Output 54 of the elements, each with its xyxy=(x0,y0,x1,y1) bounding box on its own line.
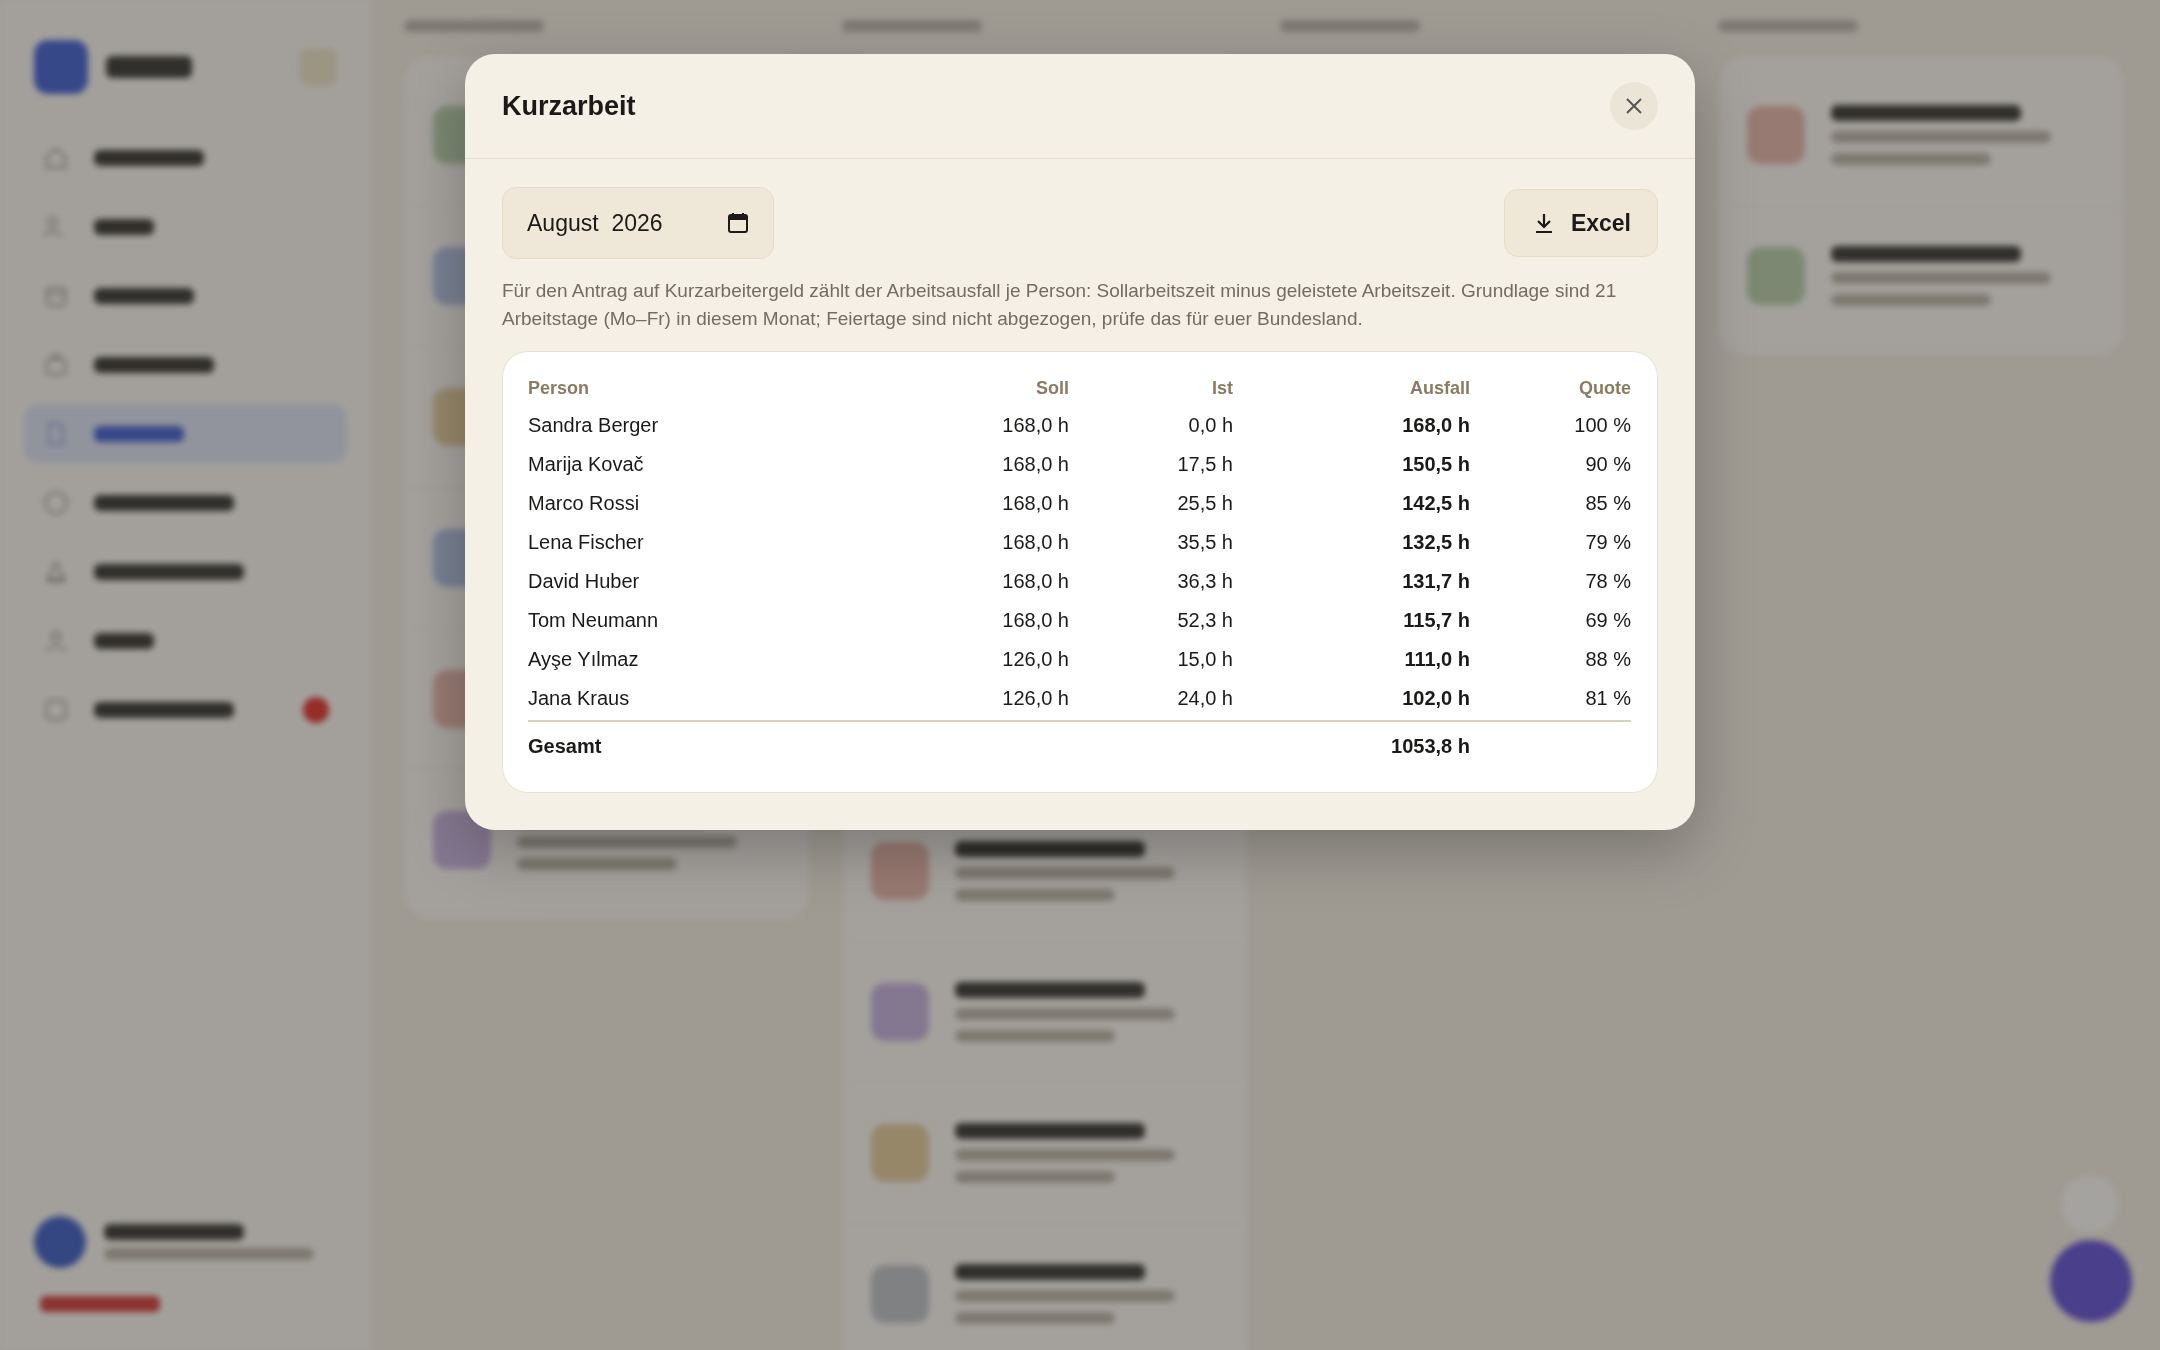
table-cell-text: 168,0 h xyxy=(1001,491,1069,516)
table-cell-text: 81 % xyxy=(1584,686,1631,711)
table-cell-text: Sandra Berger xyxy=(528,413,660,438)
column-header: Quote xyxy=(1578,376,1631,400)
table-cell-text: 150,5 h xyxy=(1401,452,1470,477)
table-cell-text: 90 % xyxy=(1584,452,1631,477)
calendar-icon xyxy=(726,212,749,234)
table-cell-text: 131,7 h xyxy=(1401,569,1470,594)
close-icon xyxy=(1625,97,1643,115)
column-header: Person xyxy=(528,376,591,400)
table-cell-text: Marija Kovač xyxy=(528,452,645,477)
table-cell-text: 142,5 h xyxy=(1401,491,1470,516)
table-cell-text: 126,0 h xyxy=(1001,647,1069,672)
dialog-title: Kurzarbeit xyxy=(502,90,636,122)
table-cell-text: 17,5 h xyxy=(1176,452,1233,477)
column-header: Soll xyxy=(1035,376,1069,400)
table-cell-text: 69 % xyxy=(1584,608,1631,633)
table-cell-text: 52,3 h xyxy=(1176,608,1233,633)
table-cell-text: 168,0 h xyxy=(1401,413,1470,438)
column-header: Ist xyxy=(1211,376,1233,400)
table-cell-text: Tom Neumann xyxy=(528,608,660,633)
column-header: Ausfall xyxy=(1409,376,1470,400)
table-cell-text: 35,5 h xyxy=(1176,530,1233,555)
table-cell-text: 36,3 h xyxy=(1176,569,1233,594)
table-cell-text: 168,0 h xyxy=(1001,530,1069,555)
table-cell-text: 88 % xyxy=(1584,647,1631,672)
table-cell-text: 168,0 h xyxy=(1001,608,1069,633)
close-button[interactable] xyxy=(1610,82,1658,130)
table-cell-text: Marco Rossi xyxy=(528,491,641,516)
table-cell-text: 126,0 h xyxy=(1001,686,1069,711)
table-cell-text: 85 % xyxy=(1584,491,1631,516)
table-cell-text: 25,5 h xyxy=(1176,491,1233,516)
month-field[interactable]: August 2026 xyxy=(502,187,774,259)
table-cell-text: 78 % xyxy=(1584,569,1631,594)
excel-button[interactable]: Excel xyxy=(1503,189,1658,257)
table-cell-text: Lena Fischer xyxy=(528,530,645,555)
table-cell-text: 111,0 h xyxy=(1403,647,1470,672)
table-cell-text: 102,0 h xyxy=(1401,686,1470,711)
table-cell-text: 24,0 h xyxy=(1176,686,1233,711)
table-cell-text: 168,0 h xyxy=(1001,569,1069,594)
table-cell-text: 0,0 h xyxy=(1187,413,1233,438)
total-label: Gesamt xyxy=(528,733,603,759)
table-cell-text: David Huber xyxy=(528,569,641,594)
table-cell-text: Ayşe Yılmaz xyxy=(528,647,640,672)
table-cell-text: 115,7 h xyxy=(1402,608,1470,633)
table-cell-text: 132,5 h xyxy=(1401,530,1470,555)
table-cell-text: 15,0 h xyxy=(1176,647,1233,672)
table-cell-text: Jana Kraus xyxy=(528,686,631,711)
table-cell-text: 168,0 h xyxy=(1001,413,1069,438)
table-cell-text: 79 % xyxy=(1584,530,1631,555)
total-value: 1053,8 h xyxy=(1390,733,1470,759)
table-cell-text: 168,0 h xyxy=(1001,452,1069,477)
description: Für den Antrag auf Kurzarbeitergeld zählt der Arbeitsausfall je Person: Sollarbeitszeit minus geleistete Arbeitszeit. Grundlage sind 21 Arbeitstage (Mo–Fr) in diesem Monat; Feiertage sind nicht abgezogen, prüfe das für euer Bundesland. xyxy=(502,279,1618,331)
table-cell-text: 100 % xyxy=(1573,413,1631,438)
